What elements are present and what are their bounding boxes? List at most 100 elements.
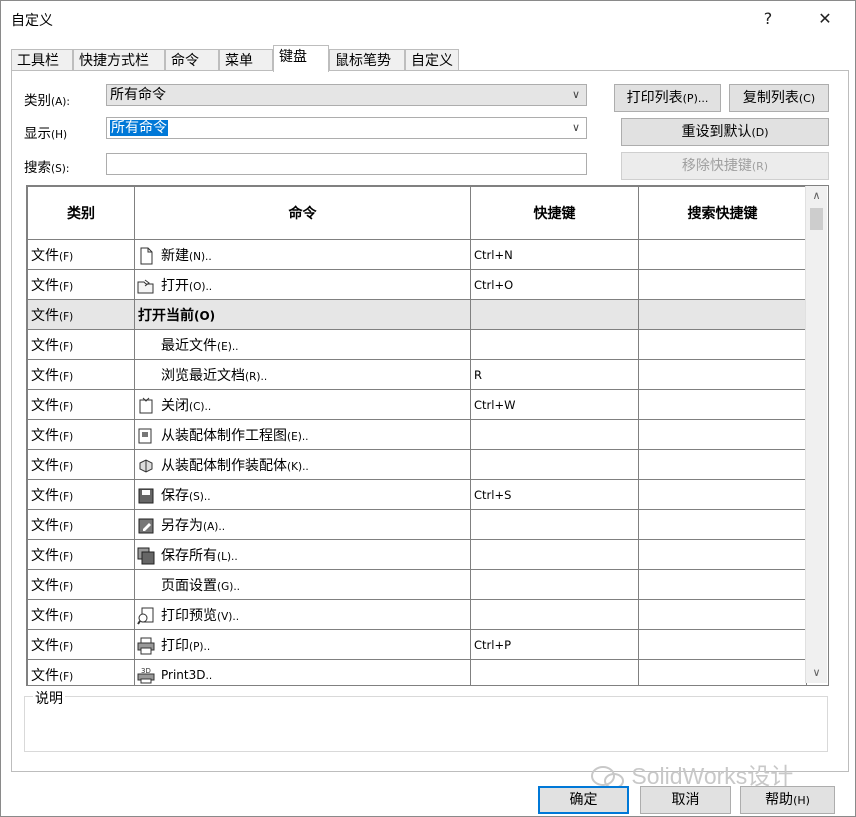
- table-row[interactable]: 文件(F) 3D Print3D..: [27, 659, 807, 685]
- shortcut-cell[interactable]: [470, 539, 639, 570]
- help-icon[interactable]: ?: [755, 7, 781, 31]
- table-row[interactable]: 文件(F) 保存(S).. Ctrl+S: [27, 479, 807, 510]
- shortcut-cell[interactable]: Ctrl+S: [470, 479, 639, 510]
- column-header-search-shortcut[interactable]: 搜索快捷键: [638, 186, 807, 240]
- table-row[interactable]: 文件(F) 从装配体制作工程图(E)..: [27, 419, 807, 450]
- command-cell[interactable]: 从装配体制作工程图(E)..: [134, 419, 471, 450]
- shortcut-cell[interactable]: Ctrl+O: [470, 269, 639, 300]
- command-cell[interactable]: 最近文件(E)..: [134, 329, 471, 360]
- category-cell[interactable]: 文件(F): [27, 539, 135, 570]
- command-cell[interactable]: 从装配体制作装配体(K)..: [134, 449, 471, 480]
- category-cell[interactable]: 文件(F): [27, 599, 135, 630]
- shortcut-cell[interactable]: [470, 659, 639, 685]
- table-row[interactable]: 文件(F) 打印预览(V)..: [27, 599, 807, 630]
- table-row[interactable]: 文件(F) 打开当前(O): [27, 299, 807, 330]
- search-shortcut-cell[interactable]: [638, 269, 807, 300]
- command-cell[interactable]: 保存所有(L)..: [134, 539, 471, 570]
- close-icon[interactable]: ✕: [812, 7, 838, 31]
- search-shortcut-cell[interactable]: [638, 449, 807, 480]
- command-cell[interactable]: 打印(P)..: [134, 629, 471, 660]
- column-header-shortcut[interactable]: 快捷键: [470, 186, 639, 240]
- scroll-down-icon[interactable]: ∨: [806, 663, 827, 683]
- help-button[interactable]: 帮助(H): [740, 786, 835, 814]
- shortcut-cell[interactable]: [470, 299, 639, 330]
- table-scrollbar[interactable]: ∧ ∨: [805, 186, 827, 683]
- category-cell[interactable]: 文件(F): [27, 359, 135, 390]
- print-list-button[interactable]: 打印列表(P)...: [614, 84, 721, 112]
- cancel-button[interactable]: 取消: [640, 786, 731, 814]
- search-shortcut-cell[interactable]: [638, 359, 807, 390]
- copy-list-button[interactable]: 复制列表(C): [729, 84, 829, 112]
- table-row[interactable]: 文件(F) 保存所有(L)..: [27, 539, 807, 570]
- ok-button[interactable]: 确定: [538, 786, 629, 814]
- command-cell[interactable]: 打开(O)..: [134, 269, 471, 300]
- shortcut-cell[interactable]: [470, 599, 639, 630]
- category-cell[interactable]: 文件(F): [27, 509, 135, 540]
- command-cell[interactable]: 新建(N)..: [134, 239, 471, 270]
- command-cell[interactable]: 保存(S)..: [134, 479, 471, 510]
- category-cell[interactable]: 文件(F): [27, 389, 135, 420]
- search-shortcut-cell[interactable]: [638, 629, 807, 660]
- command-cell[interactable]: 页面设置(G)..: [134, 569, 471, 600]
- tab-menus[interactable]: 菜单: [219, 49, 273, 71]
- table-row[interactable]: 文件(F) 另存为(A)..: [27, 509, 807, 540]
- tab-mouse-gestures[interactable]: 鼠标笔势: [329, 49, 405, 71]
- shortcut-cell[interactable]: [470, 509, 639, 540]
- tab-keyboard[interactable]: 键盘: [273, 45, 329, 72]
- table-row[interactable]: 文件(F) 打开(O).. Ctrl+O: [27, 269, 807, 300]
- scroll-up-icon[interactable]: ∧: [806, 186, 827, 206]
- shortcut-cell[interactable]: Ctrl+P: [470, 629, 639, 660]
- search-shortcut-cell[interactable]: [638, 569, 807, 600]
- category-cell[interactable]: 文件(F): [27, 569, 135, 600]
- column-header-category[interactable]: 类别: [27, 186, 135, 240]
- shortcut-cell[interactable]: [470, 419, 639, 450]
- tab-commands[interactable]: 命令: [165, 49, 219, 71]
- table-row[interactable]: 文件(F) 从装配体制作装配体(K)..: [27, 449, 807, 480]
- category-cell[interactable]: 文件(F): [27, 299, 135, 330]
- command-cell[interactable]: 关闭(C)..: [134, 389, 471, 420]
- tab-shortcut-bar[interactable]: 快捷方式栏: [73, 49, 165, 71]
- shortcut-cell[interactable]: [470, 329, 639, 360]
- table-row[interactable]: 文件(F) 页面设置(G)..: [27, 569, 807, 600]
- scroll-thumb[interactable]: [810, 208, 823, 230]
- category-cell[interactable]: 文件(F): [27, 419, 135, 450]
- shortcut-cell[interactable]: [470, 569, 639, 600]
- column-header-command[interactable]: 命令: [134, 186, 471, 240]
- search-shortcut-cell[interactable]: [638, 539, 807, 570]
- search-shortcut-cell[interactable]: [638, 239, 807, 270]
- search-input[interactable]: [106, 153, 587, 175]
- remove-shortcut-button[interactable]: 移除快捷键(R): [621, 152, 829, 180]
- command-cell[interactable]: 浏览最近文档(R)..: [134, 359, 471, 390]
- command-cell[interactable]: 另存为(A)..: [134, 509, 471, 540]
- category-cell[interactable]: 文件(F): [27, 629, 135, 660]
- shortcut-cell[interactable]: Ctrl+W: [470, 389, 639, 420]
- shortcut-cell[interactable]: [470, 449, 639, 480]
- table-row[interactable]: 文件(F) 新建(N).. Ctrl+N: [27, 239, 807, 270]
- command-cell[interactable]: 打印预览(V)..: [134, 599, 471, 630]
- tab-customization[interactable]: 自定义: [405, 49, 459, 71]
- search-shortcut-cell[interactable]: [638, 329, 807, 360]
- search-shortcut-cell[interactable]: [638, 659, 807, 685]
- search-shortcut-cell[interactable]: [638, 479, 807, 510]
- shortcut-cell[interactable]: Ctrl+N: [470, 239, 639, 270]
- table-row[interactable]: 文件(F) 打印(P).. Ctrl+P: [27, 629, 807, 660]
- category-cell[interactable]: 文件(F): [27, 659, 135, 685]
- category-cell[interactable]: 文件(F): [27, 239, 135, 270]
- tab-toolbars[interactable]: 工具栏: [11, 49, 73, 71]
- show-dropdown[interactable]: 所有命令 ∨: [106, 117, 587, 139]
- category-cell[interactable]: 文件(F): [27, 269, 135, 300]
- category-cell[interactable]: 文件(F): [27, 449, 135, 480]
- category-cell[interactable]: 文件(F): [27, 479, 135, 510]
- table-row[interactable]: 文件(F) 关闭(C).. Ctrl+W: [27, 389, 807, 420]
- command-cell[interactable]: 打开当前(O): [134, 299, 471, 330]
- category-dropdown[interactable]: 所有命令 ∨: [106, 84, 587, 106]
- search-shortcut-cell[interactable]: [638, 419, 807, 450]
- shortcut-cell[interactable]: R: [470, 359, 639, 390]
- reset-default-button[interactable]: 重设到默认(D): [621, 118, 829, 146]
- search-shortcut-cell[interactable]: [638, 389, 807, 420]
- command-cell[interactable]: 3D Print3D..: [134, 659, 471, 685]
- search-shortcut-cell[interactable]: [638, 509, 807, 540]
- search-shortcut-cell[interactable]: [638, 299, 807, 330]
- search-shortcut-cell[interactable]: [638, 599, 807, 630]
- table-row[interactable]: 文件(F) 浏览最近文档(R).. R: [27, 359, 807, 390]
